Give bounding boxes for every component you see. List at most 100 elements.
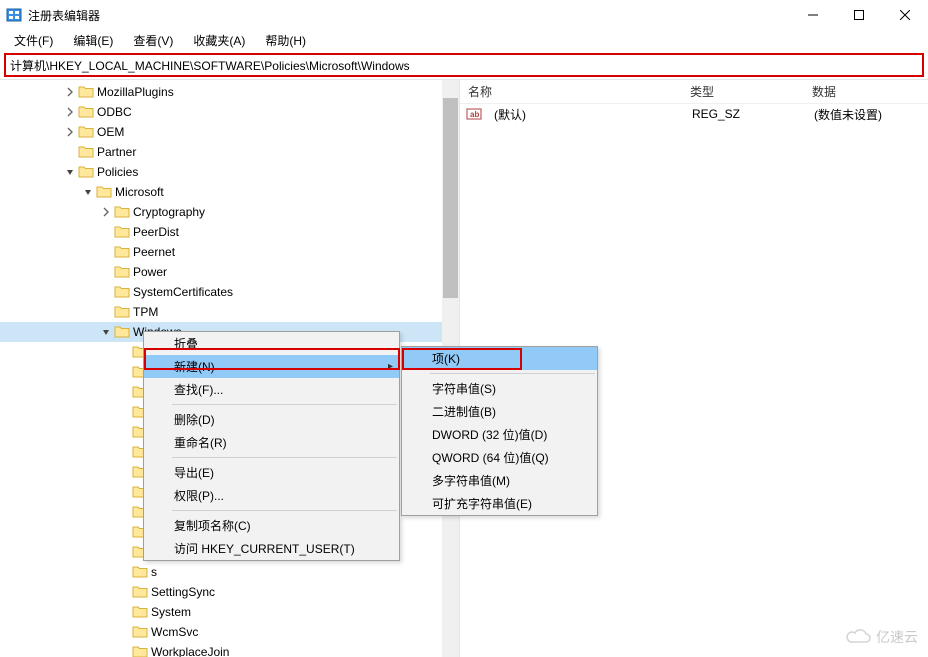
tree-node-label: SystemCertificates <box>133 285 233 299</box>
ctx-find[interactable]: 查找(F)... <box>144 378 399 401</box>
ctx-new-dword[interactable]: DWORD (32 位)值(D) <box>402 423 597 446</box>
value-row[interactable]: ab (默认) REG_SZ (数值未设置) <box>460 104 928 124</box>
twisty-none <box>116 344 132 360</box>
tree-node[interactable]: Power <box>0 262 459 282</box>
tree-node[interactable]: Cryptography <box>0 202 459 222</box>
twisty-none <box>98 284 114 300</box>
twisty-none <box>116 524 132 540</box>
tree-node[interactable]: System <box>0 602 459 622</box>
tree-node[interactable]: s <box>0 562 459 582</box>
tree-node-label: System <box>151 605 191 619</box>
folder-icon <box>114 245 130 259</box>
ctx-collapse[interactable]: 折叠 <box>144 332 399 355</box>
chevron-right-icon[interactable] <box>62 124 78 140</box>
titlebar: 注册表编辑器 <box>0 0 928 30</box>
ctx-permissions[interactable]: 权限(P)... <box>144 484 399 507</box>
twisty-none <box>62 144 78 160</box>
ctx-goto-hkcu[interactable]: 访问 HKEY_CURRENT_USER(T) <box>144 537 399 560</box>
addressbar-highlight: 计算机\HKEY_LOCAL_MACHINE\SOFTWARE\Policies… <box>4 53 924 77</box>
ctx-new-binary[interactable]: 二进制值(B) <box>402 400 597 423</box>
col-type[interactable]: 类型 <box>690 83 812 100</box>
twisty-none <box>116 424 132 440</box>
context-submenu-new: 项(K) 字符串值(S) 二进制值(B) DWORD (32 位)值(D) QW… <box>401 346 598 516</box>
ctx-new-string[interactable]: 字符串值(S) <box>402 377 597 400</box>
tree-node[interactable]: Policies <box>0 162 459 182</box>
ctx-rename[interactable]: 重命名(R) <box>144 431 399 454</box>
folder-icon <box>114 265 130 279</box>
tree-node-label: Policies <box>97 165 138 179</box>
twisty-none <box>98 304 114 320</box>
tree-node[interactable]: SettingSync <box>0 582 459 602</box>
column-headers[interactable]: 名称 类型 数据 <box>460 80 928 104</box>
folder-icon <box>114 205 130 219</box>
menu-view[interactable]: 查看(V) <box>125 30 181 51</box>
ctx-delete[interactable]: 删除(D) <box>144 408 399 431</box>
ctx-new-multistring[interactable]: 多字符串值(M) <box>402 469 597 492</box>
folder-icon <box>132 565 148 579</box>
folder-icon <box>78 125 94 139</box>
ctx-new-qword[interactable]: QWORD (64 位)值(Q) <box>402 446 597 469</box>
twisty-none <box>116 404 132 420</box>
chevron-right-icon[interactable] <box>62 84 78 100</box>
col-data[interactable]: 数据 <box>812 83 928 100</box>
menubar: 文件(F) 编辑(E) 查看(V) 收藏夹(A) 帮助(H) <box>0 30 928 51</box>
twisty-none <box>116 464 132 480</box>
chevron-down-icon[interactable] <box>80 184 96 200</box>
tree-node-label: Cryptography <box>133 205 205 219</box>
ctx-new-key[interactable]: 项(K) <box>402 347 597 370</box>
folder-icon <box>114 285 130 299</box>
tree-node-label: WorkplaceJoin <box>151 645 229 657</box>
watermark-icon <box>846 629 872 645</box>
twisty-none <box>116 504 132 520</box>
ctx-separator <box>172 510 397 511</box>
tree-node[interactable]: SystemCertificates <box>0 282 459 302</box>
tree-node[interactable]: Microsoft <box>0 182 459 202</box>
twisty-none <box>116 584 132 600</box>
chevron-right-icon[interactable] <box>62 104 78 120</box>
value-data: (数值未设置) <box>814 106 928 123</box>
menu-edit[interactable]: 编辑(E) <box>65 30 121 51</box>
scrollbar-thumb[interactable] <box>443 98 458 298</box>
folder-icon <box>132 605 148 619</box>
tree-node-label: ODBC <box>97 105 132 119</box>
tree-node-label: OEM <box>97 125 124 139</box>
menu-file[interactable]: 文件(F) <box>6 30 61 51</box>
watermark: 亿速云 <box>846 627 918 647</box>
minimize-button[interactable] <box>790 0 836 30</box>
tree-node-label: Power <box>133 265 167 279</box>
tree-node[interactable]: Peernet <box>0 242 459 262</box>
close-button[interactable] <box>882 0 928 30</box>
context-menu: 折叠 新建(N) 查找(F)... 删除(D) 重命名(R) 导出(E) 权限(… <box>143 331 400 561</box>
col-name[interactable]: 名称 <box>460 83 690 100</box>
ctx-new[interactable]: 新建(N) <box>144 355 399 378</box>
chevron-right-icon[interactable] <box>98 204 114 220</box>
folder-icon <box>78 85 94 99</box>
menu-help[interactable]: 帮助(H) <box>257 30 314 51</box>
folder-icon <box>78 165 94 179</box>
addressbar[interactable]: 计算机\HKEY_LOCAL_MACHINE\SOFTWARE\Policies… <box>6 55 922 75</box>
ctx-export[interactable]: 导出(E) <box>144 461 399 484</box>
menu-favorites[interactable]: 收藏夹(A) <box>185 30 253 51</box>
tree-node-label: PeerDist <box>133 225 179 239</box>
regedit-app-icon <box>6 7 22 23</box>
folder-icon <box>114 225 130 239</box>
chevron-down-icon[interactable] <box>98 324 114 340</box>
tree-node[interactable]: ODBC <box>0 102 459 122</box>
folder-icon <box>114 305 130 319</box>
tree-node[interactable]: Partner <box>0 142 459 162</box>
folder-icon <box>96 185 112 199</box>
tree-node[interactable]: TPM <box>0 302 459 322</box>
tree-node[interactable]: PeerDist <box>0 222 459 242</box>
tree-node[interactable]: OEM <box>0 122 459 142</box>
window-controls <box>790 0 928 30</box>
tree-node[interactable]: MozillaPlugins <box>0 82 459 102</box>
ctx-copy-name[interactable]: 复制项名称(C) <box>144 514 399 537</box>
value-type: REG_SZ <box>692 107 814 121</box>
tree-node[interactable]: WcmSvc <box>0 622 459 642</box>
twisty-none <box>98 264 114 280</box>
chevron-down-icon[interactable] <box>62 164 78 180</box>
tree-node-label: Peernet <box>133 245 175 259</box>
folder-icon <box>78 105 94 119</box>
maximize-button[interactable] <box>836 0 882 30</box>
ctx-new-expandstring[interactable]: 可扩充字符串值(E) <box>402 492 597 515</box>
